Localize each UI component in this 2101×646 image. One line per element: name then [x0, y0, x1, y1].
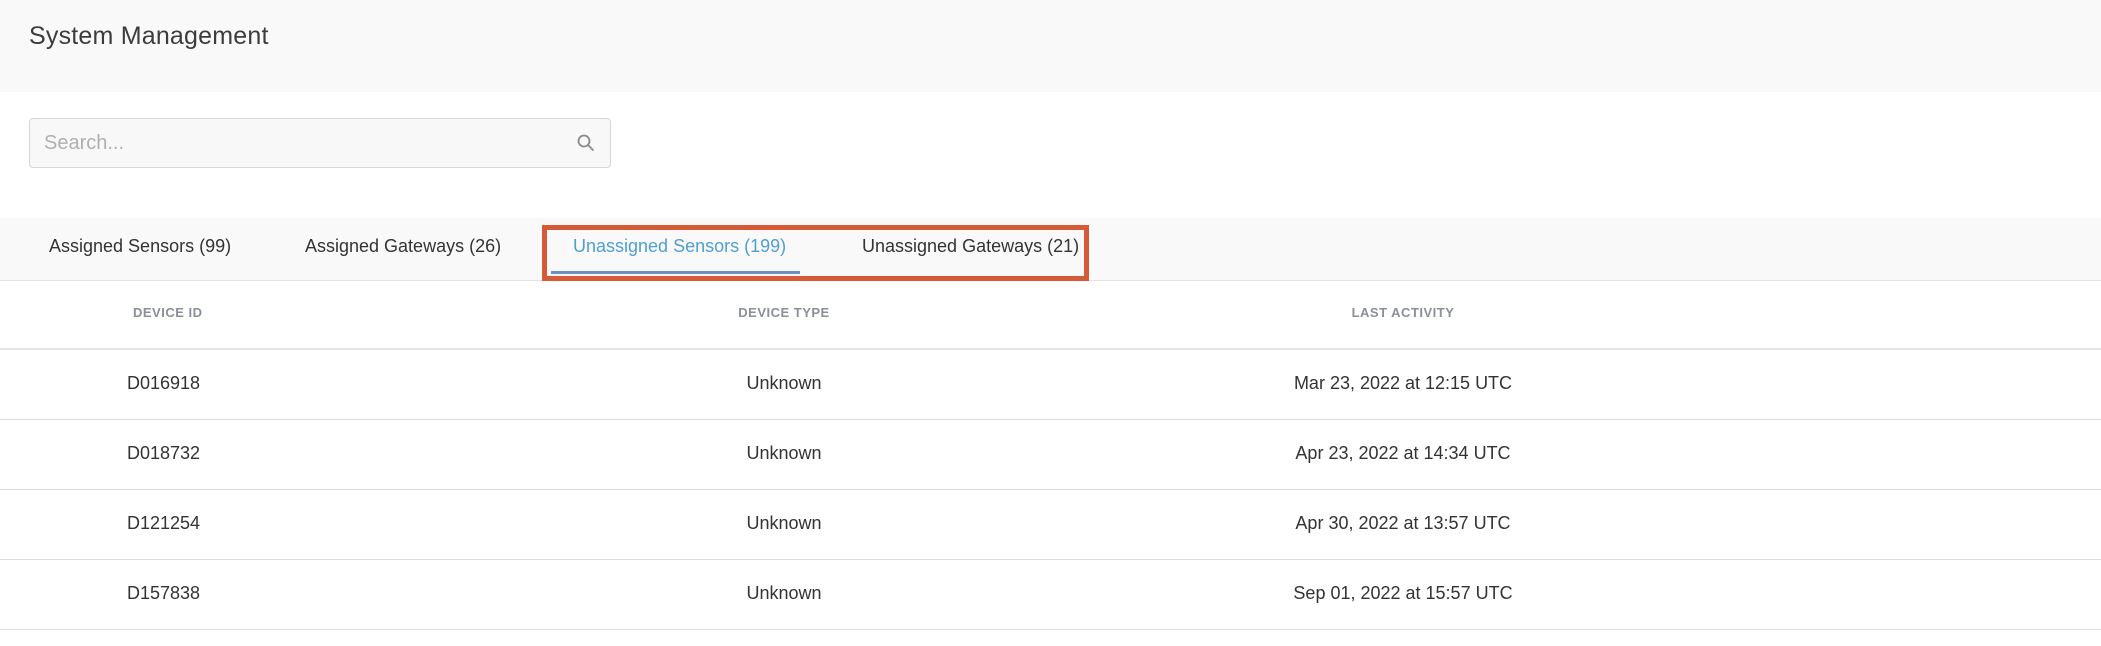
table-row[interactable]: D016918 Unknown Mar 23, 2022 at 12:15 UT… — [0, 350, 2101, 420]
tab-assigned-sensors[interactable]: Assigned Sensors (99) — [49, 236, 231, 257]
table-header: DEVICE ID DEVICE TYPE LAST ACTIVITY — [0, 282, 2101, 350]
tabs-highlight-box — [542, 225, 1089, 281]
device-type-cell: Unknown — [746, 583, 822, 603]
column-header-last-activity[interactable]: LAST ACTIVITY — [1352, 305, 1455, 320]
table-row[interactable]: D121254 Unknown Apr 30, 2022 at 13:57 UT… — [0, 490, 2101, 560]
last-activity-cell: Apr 23, 2022 at 14:34 UTC — [1295, 443, 1511, 463]
column-header-device-id[interactable]: DEVICE ID — [133, 305, 203, 320]
device-id-cell: D018732 — [127, 443, 201, 463]
device-id-cell: D016918 — [127, 373, 201, 393]
table-row[interactable]: D018732 Unknown Apr 23, 2022 at 14:34 UT… — [0, 420, 2101, 490]
page-title: System Management — [29, 22, 269, 50]
search-icon[interactable] — [576, 133, 596, 153]
search-box[interactable] — [29, 118, 611, 168]
last-activity-cell: Mar 23, 2022 at 12:15 UTC — [1293, 373, 1513, 393]
last-activity-cell: Apr 30, 2022 at 13:57 UTC — [1295, 513, 1511, 533]
last-activity-cell: Sep 01, 2022 at 15:57 UTC — [1293, 583, 1513, 603]
device-id-cell: D121254 — [127, 513, 201, 533]
device-type-cell: Unknown — [746, 373, 822, 393]
device-id-cell: D157838 — [127, 583, 201, 603]
column-header-device-type[interactable]: DEVICE TYPE — [738, 305, 829, 320]
search-input[interactable] — [30, 119, 570, 167]
device-type-cell: Unknown — [746, 443, 822, 463]
device-type-cell: Unknown — [746, 513, 822, 533]
table-row[interactable]: D157838 Unknown Sep 01, 2022 at 15:57 UT… — [0, 560, 2101, 630]
tab-assigned-gateways[interactable]: Assigned Gateways (26) — [305, 236, 501, 257]
page-header: System Management — [0, 0, 2101, 92]
